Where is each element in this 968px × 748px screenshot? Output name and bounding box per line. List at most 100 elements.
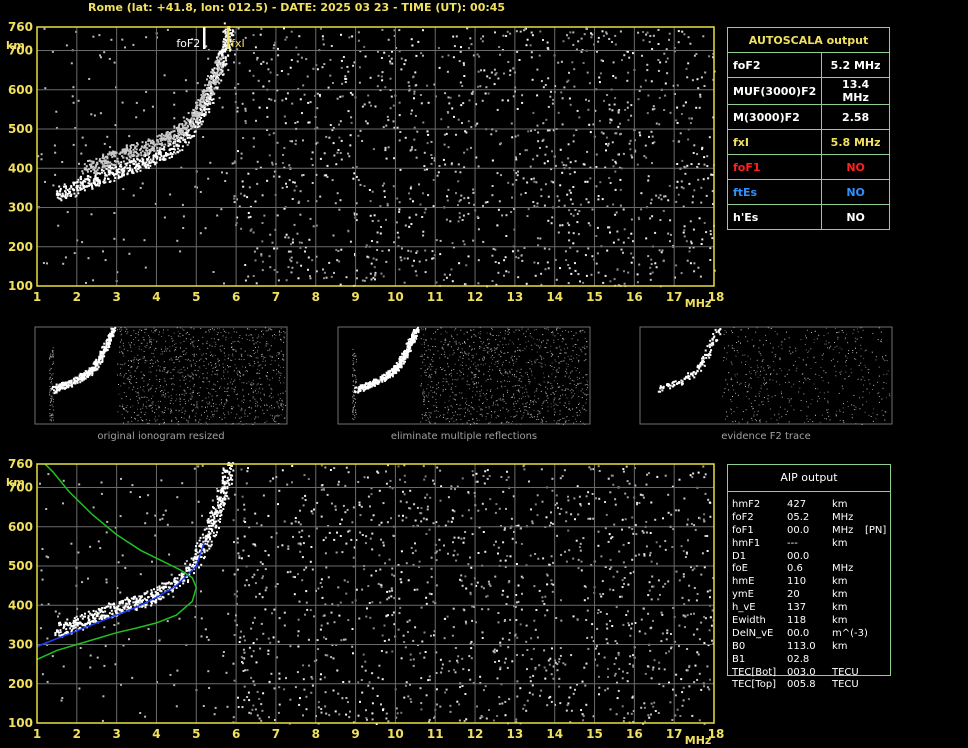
- aip-param: foE: [732, 563, 748, 575]
- aip-param: DelN_vE: [732, 627, 774, 639]
- data-point: [83, 167, 87, 171]
- top-ionogram-chart: 1 2 3 4 5 6 7 8 9 10 11 12 13 14 15 16 17 18MHz7607006005…: [6, 20, 724, 310]
- x-tick-label: 7: [272, 727, 280, 741]
- aip-param: D1: [732, 550, 747, 562]
- marker-label-1: fxI: [231, 37, 245, 50]
- aip-value: 118: [787, 615, 807, 627]
- y-tick-label: 500: [8, 122, 33, 136]
- data-point: [143, 145, 147, 149]
- data-point: [135, 600, 139, 604]
- x-tick-label: 16: [626, 727, 643, 741]
- x-tick-label: 13: [507, 290, 524, 304]
- x-tick-label: 13: [507, 727, 524, 741]
- x-tick-label: 6: [232, 290, 240, 304]
- y-tick-label: 600: [8, 520, 33, 534]
- aip-unit: MHz: [832, 524, 854, 536]
- aip-param: hmE: [732, 576, 755, 588]
- x-tick-label: 14: [546, 290, 563, 304]
- autoscala-value: NO: [821, 179, 890, 205]
- data-point: [207, 533, 211, 537]
- thumbnail-label-evidence: evidence F2 trace: [721, 431, 811, 442]
- aip-unit: km: [832, 537, 848, 549]
- x-axis-label: MHz: [685, 297, 712, 310]
- data-point: [95, 614, 99, 618]
- autoscala-row: M(3000)F2 2.58: [726, 104, 890, 130]
- aip-param: foF1: [732, 524, 754, 536]
- aip-param: B1: [732, 653, 746, 665]
- thumbnail-2: [639, 326, 893, 425]
- x-tick-label: 15: [586, 290, 603, 304]
- aip-value: 427: [787, 499, 807, 510]
- autoscala-row: foF2 5.2 MHz: [726, 52, 890, 78]
- x-tick-label: 5: [192, 290, 200, 304]
- autoscala-param: foF1: [726, 154, 823, 180]
- data-point: [179, 128, 183, 131]
- x-tick-label: 8: [312, 290, 320, 304]
- data-point: [195, 112, 199, 116]
- data-point: [207, 88, 211, 92]
- marker-label-0: foF2: [176, 37, 200, 50]
- x-tick-label: 15: [586, 727, 603, 741]
- aip-unit: TECU: [832, 679, 859, 691]
- y-tick-label: 600: [8, 83, 33, 97]
- autoscala-param: h'Es: [726, 204, 823, 230]
- x-tick-label: 17: [666, 727, 683, 741]
- thumbnail-1: [337, 326, 591, 425]
- autoscala-row: h'Es NO: [726, 204, 890, 230]
- x-tick-label: 4: [152, 727, 160, 741]
- data-point: [115, 169, 119, 173]
- aip-value: 003.0: [787, 666, 816, 678]
- y-tick-label: 400: [8, 598, 33, 612]
- autoscala-value: NO: [821, 154, 890, 180]
- x-tick-label: 3: [112, 290, 120, 304]
- data-point: [55, 192, 59, 196]
- y-axis-label: km: [6, 39, 25, 52]
- x-tick-label: 11: [427, 727, 444, 741]
- autoscala-value: 2.58: [821, 104, 890, 130]
- aip-value: 00.0: [787, 550, 810, 562]
- autoscala-param: foF2: [726, 52, 823, 78]
- aip-unit: MHz: [832, 511, 854, 523]
- aip-value: 02.8: [787, 653, 810, 665]
- aip-param: TEC[Top]: [732, 679, 777, 691]
- x-tick-label: 9: [351, 727, 359, 741]
- aip-value: 005.8: [787, 679, 816, 691]
- aip-unit: m^(-3): [832, 627, 868, 639]
- x-tick-label: 11: [427, 290, 444, 304]
- aip-value: 0.6: [787, 563, 803, 575]
- x-tick-label: 3: [112, 727, 120, 741]
- data-point: [115, 606, 119, 610]
- aip-unit: km: [832, 602, 848, 614]
- thumbnail-0: [34, 326, 288, 425]
- x-tick-label: 1: [33, 290, 41, 304]
- aip-value: 110: [787, 576, 807, 588]
- aip-unit: km: [832, 640, 848, 652]
- autoscala-row: ftEs NO: [726, 179, 890, 205]
- data-point: [175, 143, 179, 147]
- aip-param: B0: [732, 640, 746, 652]
- autoscala-value: 5.8 MHz: [821, 129, 890, 155]
- thumbnail-label-original: original ionogram resized: [97, 431, 225, 442]
- aip-value: 00.0: [787, 627, 810, 639]
- aip-param: ymE: [732, 589, 754, 601]
- y-tick-label: 760: [8, 20, 33, 34]
- autoscala-param: M(3000)F2: [726, 104, 823, 130]
- y-tick-label: 200: [8, 240, 33, 254]
- autoscala-row: MUF(3000)F2 13.4 MHz: [726, 77, 890, 105]
- autoscala-param: fxI: [726, 129, 823, 155]
- aip-unit: km: [832, 499, 848, 510]
- bottom-ionogram-chart: 1 2 3 4 5 6 7 8 9 10 11 12 13 14 15 16 17 18MHz7607006005…: [6, 457, 724, 747]
- aip-value: 05.2: [787, 511, 810, 523]
- x-tick-label: 5: [192, 727, 200, 741]
- data-point: [155, 592, 159, 596]
- autoscala-param: ftEs: [726, 179, 823, 205]
- aip-unit: km: [832, 589, 848, 601]
- data-point: [155, 155, 159, 159]
- aip-value: 113.0: [787, 640, 816, 652]
- aip-param: hmF1: [732, 537, 761, 549]
- data-point: [219, 57, 223, 61]
- x-tick-label: 12: [467, 727, 484, 741]
- aip-unit: TECU: [832, 666, 859, 678]
- thumbnail-panels: [34, 326, 893, 425]
- y-tick-label: 300: [8, 201, 33, 215]
